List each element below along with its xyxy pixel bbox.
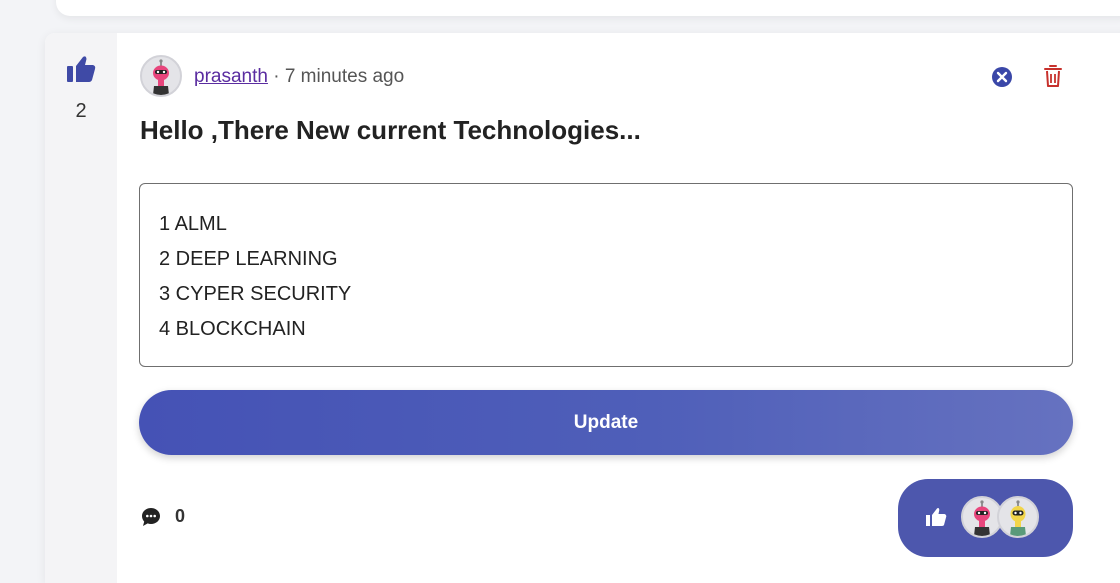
post-body-editor[interactable]: 1 ALML 2 DEEP LEARNING 3 CYPER SECURITY … (139, 183, 1073, 367)
author-link[interactable]: prasanth (194, 66, 268, 87)
post-card: 2 prasanth · 7 minutes ago Hello ,There … (45, 33, 1120, 583)
body-line: 1 ALML (159, 213, 227, 235)
trash-icon[interactable] (1043, 64, 1063, 88)
comment-icon (142, 507, 160, 526)
body-line: 3 CYPER SECURITY (159, 283, 352, 305)
likers-button[interactable] (898, 479, 1073, 557)
update-button[interactable]: Update (139, 390, 1073, 455)
comment-count: 0 (175, 506, 186, 526)
upvote-thumbs-up-icon[interactable] (66, 55, 96, 83)
vote-count: 2 (75, 100, 87, 122)
vote-column: 2 (45, 33, 117, 583)
post-meta: prasanth · 7 minutes ago (194, 66, 404, 88)
close-icon[interactable] (991, 66, 1013, 88)
body-line: 2 DEEP LEARNING (159, 248, 338, 270)
thumbs-up-icon (926, 508, 947, 526)
author-avatar[interactable] (140, 55, 182, 97)
comments-button[interactable]: 0 (141, 506, 185, 527)
post-title: Hello ,There New current Technologies... (140, 115, 641, 145)
liker-avatar (997, 496, 1039, 538)
body-line: 4 BLOCKCHAIN (159, 318, 306, 340)
previous-card (56, 0, 1120, 16)
post-time: · 7 minutes ago (267, 66, 405, 87)
